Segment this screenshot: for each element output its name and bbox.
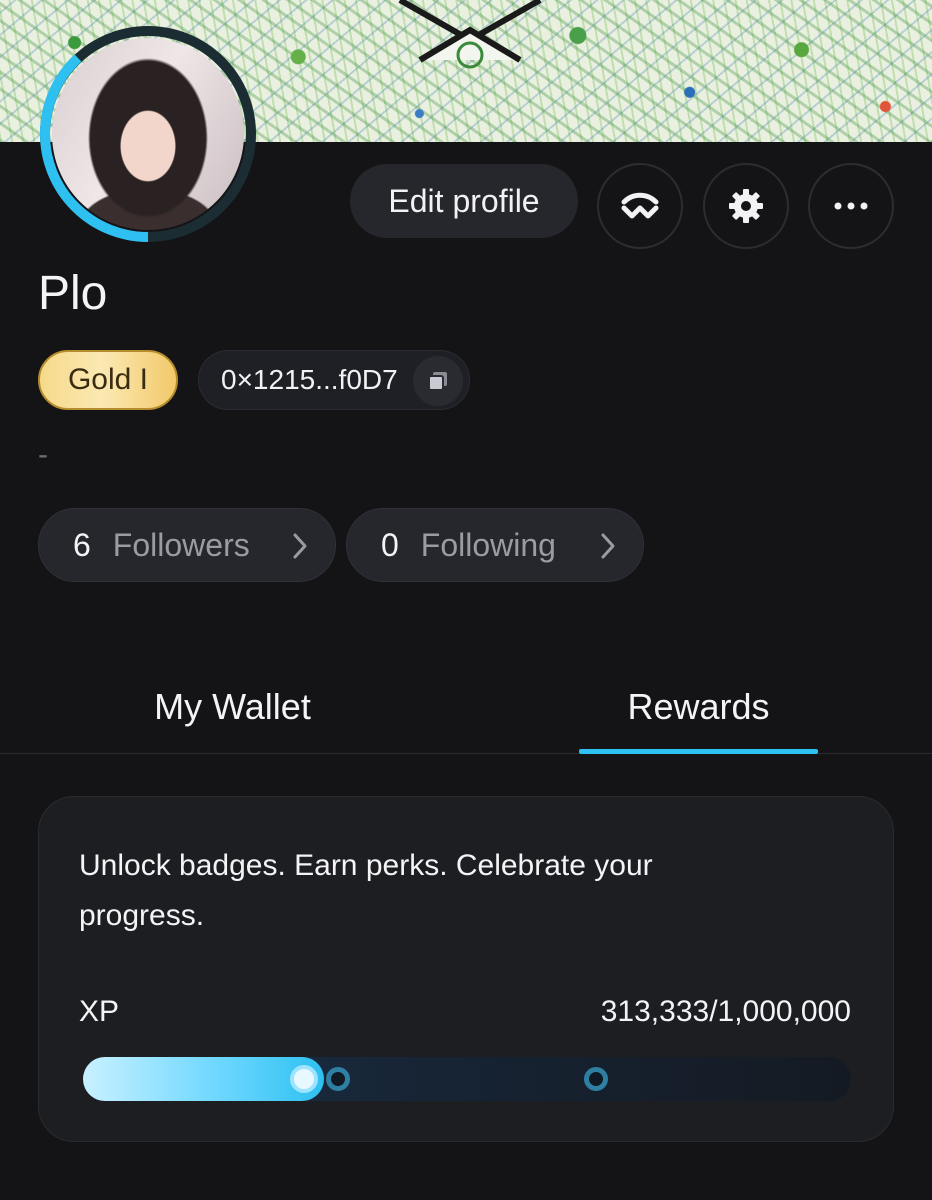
xp-progress-bar	[83, 1057, 851, 1101]
wallet-address-chip[interactable]: 0×1215...f0D7	[198, 350, 470, 410]
rewards-card: Unlock badges. Earn perks. Celebrate you…	[38, 796, 894, 1142]
tier-badge[interactable]: Gold I	[38, 350, 178, 410]
following-count: 0	[381, 526, 399, 563]
chevron-right-icon	[601, 533, 615, 559]
settings-button[interactable]	[703, 163, 789, 249]
tab-rewards[interactable]: Rewards	[579, 686, 818, 728]
copy-address-button[interactable]	[413, 356, 463, 406]
gear-icon	[729, 189, 763, 223]
active-tab-indicator	[579, 749, 818, 754]
following-button[interactable]: 0 Following	[346, 508, 644, 582]
avatar[interactable]	[38, 24, 258, 244]
edit-profile-label: Edit profile	[388, 182, 540, 219]
xp-progress-fill	[83, 1057, 324, 1101]
tab-my-wallet[interactable]: My Wallet	[113, 686, 352, 728]
wallet-address: 0×1215...f0D7	[221, 364, 398, 395]
profile-bio: -	[38, 438, 48, 471]
followers-label: Followers	[112, 526, 250, 563]
tab-my-wallet-label: My Wallet	[154, 686, 311, 727]
followers-button[interactable]: 6 Followers	[38, 508, 336, 582]
tier-label: Gold I	[67, 363, 149, 396]
followers-count: 6	[73, 526, 91, 563]
more-horizontal-icon	[834, 202, 868, 210]
xp-milestone-marker	[326, 1067, 350, 1091]
xp-milestone-marker	[584, 1067, 608, 1091]
following-label: Following	[420, 526, 556, 563]
xp-label: XP	[79, 995, 120, 1028]
walletconnect-button[interactable]	[597, 163, 683, 249]
banner-emblem	[398, 0, 542, 69]
profile-username: Plo	[38, 267, 108, 320]
chevron-right-icon	[293, 533, 307, 559]
avatar-photo	[52, 38, 244, 230]
tab-rewards-label: Rewards	[627, 686, 770, 727]
copy-icon	[428, 372, 447, 391]
more-options-button[interactable]	[808, 163, 894, 249]
xp-progress-knob	[290, 1065, 318, 1093]
xp-value: 313,333/1,000,000	[600, 995, 851, 1028]
walletconnect-icon	[621, 192, 659, 219]
rewards-description: Unlock badges. Earn perks. Celebrate you…	[79, 849, 653, 932]
edit-profile-button[interactable]: Edit profile	[350, 164, 578, 238]
